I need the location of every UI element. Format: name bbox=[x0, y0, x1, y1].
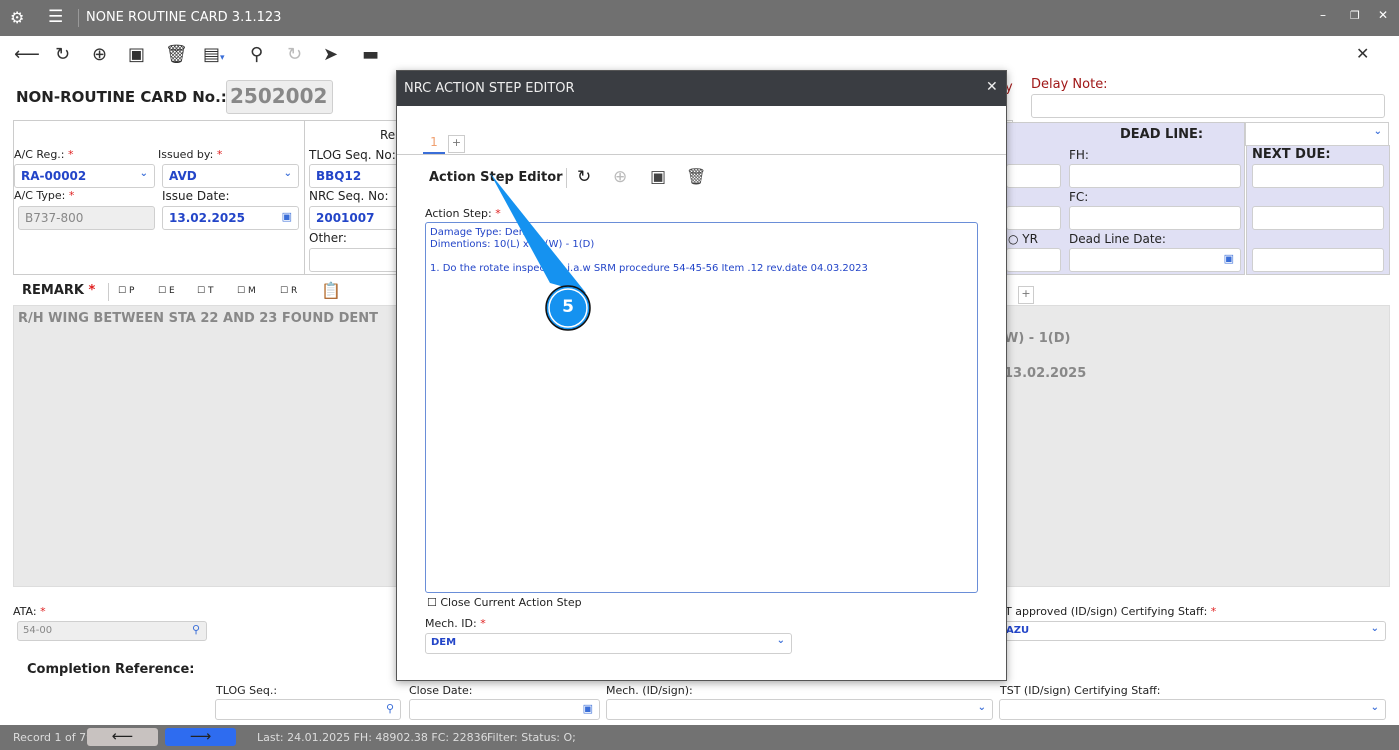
window-title: NONE ROUTINE CARD 3.1.123 bbox=[86, 10, 282, 25]
deadline-date-field[interactable]: ▣ bbox=[1069, 248, 1241, 272]
check-r[interactable]: ☐ R bbox=[280, 286, 297, 296]
close-step-checkbox[interactable]: ☐ Close Current Action Step bbox=[427, 596, 582, 609]
sync-icon: ↻ bbox=[287, 44, 303, 65]
completion-tst-select[interactable]: ⌄ bbox=[999, 699, 1386, 720]
issued-by-select[interactable]: AVD ⌄ bbox=[162, 164, 299, 188]
nrc-seq-field[interactable]: 2001007 bbox=[309, 206, 399, 230]
editor-delete-icon[interactable]: 🗑 bbox=[686, 167, 706, 186]
card-number-field: 2502002 bbox=[226, 80, 333, 114]
interval-fc-field[interactable] bbox=[1006, 206, 1061, 230]
menu-icon[interactable]: ☰ bbox=[48, 7, 63, 27]
dialog-close-button[interactable]: ✕ bbox=[986, 79, 998, 95]
tab-step-1[interactable]: 1 bbox=[423, 135, 445, 155]
next-due-fc-field[interactable] bbox=[1252, 206, 1384, 230]
tlog-seq-field[interactable]: BBQ12 bbox=[309, 164, 399, 188]
deadline-fh-field[interactable] bbox=[1069, 164, 1241, 188]
ac-type-field: B737-800 bbox=[18, 206, 155, 230]
interval-yr-field[interactable] bbox=[1006, 248, 1061, 272]
add-step-tab[interactable]: + bbox=[448, 135, 465, 153]
completion-tlog-field[interactable]: ⚲ bbox=[215, 699, 401, 720]
delay-note-field[interactable] bbox=[1031, 94, 1385, 118]
check-e[interactable]: ☐ E bbox=[158, 286, 175, 296]
close-window-button[interactable]: ✕ bbox=[1378, 8, 1388, 22]
clipboard-edit-icon[interactable]: 📋 bbox=[321, 281, 341, 300]
editor-add-icon: ⊕ bbox=[613, 167, 628, 187]
tst-certifying-select[interactable]: AZU ⌄ bbox=[1000, 621, 1386, 641]
callout-number: 5 bbox=[562, 297, 574, 317]
refresh-icon[interactable]: ↻ bbox=[55, 44, 70, 65]
save-icon[interactable]: ▣ bbox=[128, 44, 145, 65]
ac-reg-select[interactable]: RA-00002 ⌄ bbox=[14, 164, 155, 188]
completion-mech-select[interactable]: ⌄ bbox=[606, 699, 993, 720]
close-date-field[interactable]: ▣ bbox=[409, 699, 600, 720]
mech-id-select[interactable]: DEM ⌄ bbox=[425, 633, 792, 654]
folder-icon[interactable]: ▬ bbox=[362, 44, 379, 65]
issue-date-field[interactable]: 13.02.2025 ▣ bbox=[162, 206, 299, 230]
send-icon[interactable]: ➤ bbox=[323, 44, 338, 65]
restore-button[interactable]: ❐ bbox=[1350, 9, 1360, 22]
deadline-type-select[interactable]: ⌄ bbox=[1245, 122, 1389, 146]
back-icon[interactable]: ⟵ bbox=[14, 44, 40, 65]
dialog-header: NRC ACTION STEP EDITOR ✕ bbox=[397, 71, 1006, 106]
editor-save-icon[interactable]: ▣ bbox=[650, 167, 666, 187]
copy-dropdown-icon[interactable]: ▤▾ bbox=[203, 44, 225, 65]
ata-field[interactable]: 54-00 ⚲ bbox=[17, 621, 207, 641]
next-due-fh-field[interactable] bbox=[1252, 164, 1384, 188]
search-icon[interactable]: ⚲ bbox=[250, 44, 263, 65]
interval-fh-field[interactable] bbox=[1006, 164, 1061, 188]
title-bar: ⚙ ☰ NONE ROUTINE CARD 3.1.123 – ❐ ✕ bbox=[0, 0, 1399, 36]
app-logo-icon: ⚙ bbox=[10, 8, 25, 27]
check-m[interactable]: ☐ M bbox=[237, 286, 256, 296]
check-p[interactable]: ☐ P bbox=[118, 286, 134, 296]
card-number-label: NON-ROUTINE CARD No.: * bbox=[16, 88, 240, 106]
next-record-button[interactable]: ⟶ bbox=[165, 728, 236, 746]
other-field[interactable] bbox=[309, 248, 399, 272]
status-bar: Record 1 of 79 ⟵ ⟶ Last: 24.01.2025 FH: … bbox=[0, 725, 1399, 750]
add-tab-right[interactable]: + bbox=[1018, 286, 1034, 304]
close-form-button[interactable]: ✕ bbox=[1356, 44, 1369, 63]
add-icon[interactable]: ⊕ bbox=[92, 44, 107, 65]
delete-icon[interactable]: 🗑 bbox=[165, 44, 188, 65]
callout-pointer bbox=[490, 173, 591, 331]
prev-record-button[interactable]: ⟵ bbox=[87, 728, 158, 746]
check-t[interactable]: ☐ T bbox=[197, 286, 213, 296]
next-due-date-field[interactable] bbox=[1252, 248, 1384, 272]
action-step-editor-dialog: NRC ACTION STEP EDITOR ✕ 1 + Action Step… bbox=[396, 70, 1007, 681]
minimize-button[interactable]: – bbox=[1320, 8, 1326, 22]
deadline-fc-field[interactable] bbox=[1069, 206, 1241, 230]
